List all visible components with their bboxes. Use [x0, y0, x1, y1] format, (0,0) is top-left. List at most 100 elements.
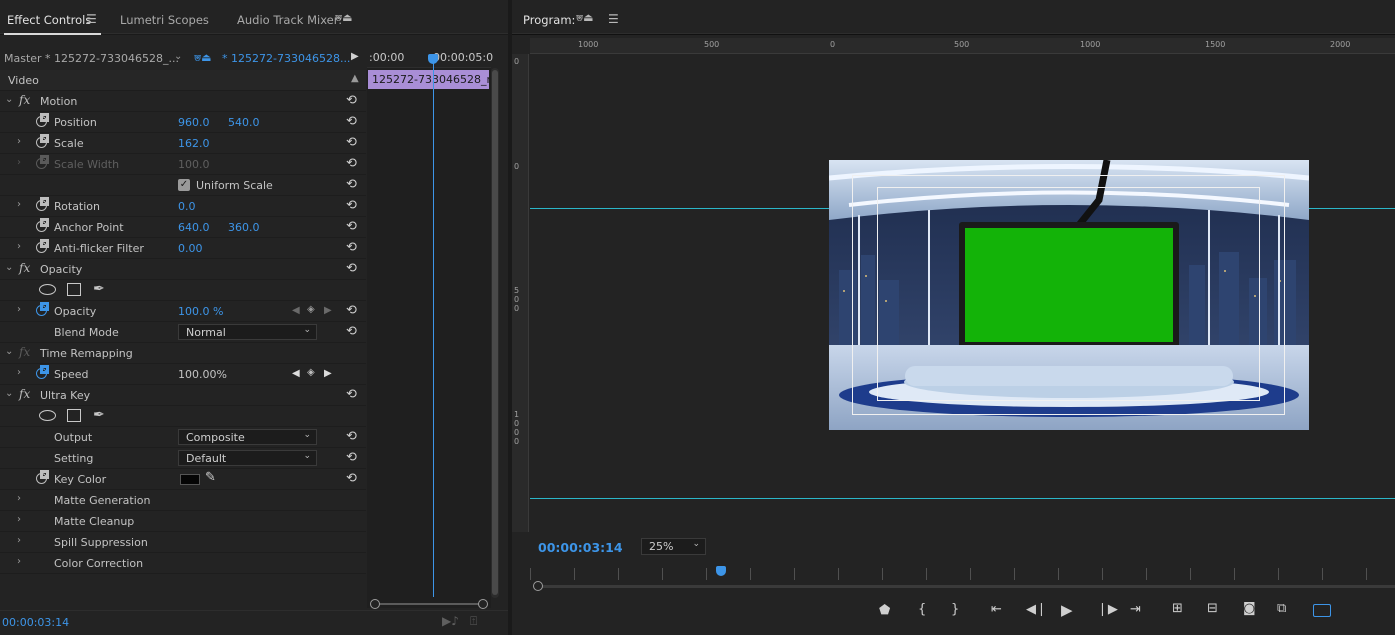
add-keyframe-icon[interactable]: ◈: [307, 304, 315, 315]
go-to-out-icon[interactable]: ⇥: [1130, 602, 1141, 617]
timeline-zoom-scrollbar[interactable]: [370, 599, 490, 609]
prev-keyframe-icon[interactable]: ◀: [292, 305, 300, 316]
output-dropdown[interactable]: Composite ⌄: [178, 429, 317, 445]
current-timecode[interactable]: 00:00:03:14: [2, 616, 69, 629]
expand-chevron-icon[interactable]: ›: [17, 136, 21, 147]
zoom-bar[interactable]: [538, 585, 1395, 588]
prev-keyframe-icon[interactable]: ◀: [292, 368, 300, 379]
stopwatch-icon[interactable]: [36, 113, 49, 127]
expand-chevron-icon[interactable]: ⌄: [5, 94, 13, 105]
zoom-dropdown[interactable]: 25% ⌄: [641, 538, 706, 555]
reset-icon[interactable]: ⟲: [346, 387, 357, 402]
time-ruler[interactable]: [530, 568, 1395, 580]
tab-lumetri-scopes[interactable]: Lumetri Scopes: [120, 13, 209, 27]
speed-value[interactable]: 100.00%: [178, 368, 227, 381]
ultra-key-effect-row[interactable]: ⌄ fx Ultra Key ⟲: [0, 385, 366, 406]
stopwatch-icon[interactable]: [36, 365, 49, 379]
reset-icon[interactable]: ⟲: [346, 240, 357, 255]
reset-icon[interactable]: ⟲: [346, 261, 357, 276]
play-only-icon[interactable]: ▶: [351, 51, 359, 62]
mark-in-icon[interactable]: {: [918, 602, 926, 617]
tab-audio-track-mixer[interactable]: Audio Track Mixer:: [237, 13, 342, 27]
expand-chevron-icon[interactable]: ⌄: [5, 388, 13, 399]
lift-icon[interactable]: ⊞: [1172, 601, 1183, 616]
opacity-value[interactable]: 100.0 %: [178, 305, 223, 318]
vertical-scrollbar[interactable]: [491, 68, 499, 598]
blend-mode-dropdown[interactable]: Normal ⌄: [178, 324, 317, 340]
anchor-y-value[interactable]: 360.0: [228, 221, 260, 234]
guide-line-bottom[interactable]: [530, 498, 1395, 499]
add-keyframe-icon[interactable]: ◈: [307, 367, 315, 378]
reset-icon[interactable]: ⟲: [346, 135, 357, 150]
safe-margins-icon[interactable]: [1313, 604, 1331, 617]
reset-icon[interactable]: ⟲: [346, 156, 357, 171]
mark-out-icon[interactable]: }: [951, 602, 959, 617]
mini-timeline[interactable]: [367, 48, 491, 608]
program-timecode[interactable]: 00:00:03:14: [538, 540, 623, 555]
fx-icon[interactable]: fx: [19, 93, 30, 107]
add-marker-icon[interactable]: ⬟: [879, 603, 890, 618]
ellipse-mask-icon[interactable]: [39, 410, 56, 421]
program-playhead[interactable]: [716, 566, 726, 576]
reset-icon[interactable]: ⟲: [346, 219, 357, 234]
master-clip-label[interactable]: Master * 125272-733046528_...: [4, 52, 179, 65]
motion-effect-row[interactable]: ⌄ fx Motion ⟲: [0, 91, 366, 112]
pen-mask-icon[interactable]: ✒: [93, 407, 105, 423]
go-to-in-icon[interactable]: ⇤: [991, 602, 1002, 617]
expand-chevron-icon[interactable]: ⌄: [5, 346, 13, 357]
reset-icon[interactable]: ⟲: [346, 114, 357, 129]
expand-chevron-icon[interactable]: ›: [17, 241, 21, 252]
tab-effect-controls[interactable]: Effect Controls: [7, 13, 91, 27]
spill-suppression-row[interactable]: › Spill Suppression: [0, 532, 366, 553]
stopwatch-icon[interactable]: [36, 470, 49, 484]
expand-chevron-icon[interactable]: ›: [17, 493, 21, 504]
position-y-value[interactable]: 540.0: [228, 116, 260, 129]
expand-chevron-icon[interactable]: ›: [17, 199, 21, 210]
matte-generation-row[interactable]: › Matte Generation: [0, 490, 366, 511]
stopwatch-icon[interactable]: [36, 239, 49, 253]
eyedropper-icon[interactable]: ✎: [205, 470, 216, 485]
panel-menu-icon[interactable]: ☰: [608, 12, 619, 26]
export-icon[interactable]: ⍐: [470, 614, 477, 629]
reset-icon[interactable]: ⟲: [346, 177, 357, 192]
fx-icon[interactable]: fx: [19, 261, 30, 275]
pen-mask-icon[interactable]: ✒: [93, 281, 105, 297]
ellipse-mask-icon[interactable]: [39, 284, 56, 295]
reset-icon[interactable]: ⟲: [346, 198, 357, 213]
position-x-value[interactable]: 960.0: [178, 116, 210, 129]
expand-chevron-icon[interactable]: ⌄: [5, 262, 13, 273]
expand-chevron-icon[interactable]: ›: [17, 514, 21, 525]
stopwatch-icon[interactable]: [36, 134, 49, 148]
playhead-handle[interactable]: [428, 54, 438, 64]
reset-icon[interactable]: ⟲: [346, 471, 357, 486]
step-back-icon[interactable]: ◀❘: [1026, 602, 1047, 617]
matte-cleanup-row[interactable]: › Matte Cleanup: [0, 511, 366, 532]
setting-dropdown[interactable]: Default ⌄: [178, 450, 317, 466]
comparison-view-icon[interactable]: ⧉: [1277, 601, 1286, 616]
anti-flicker-value[interactable]: 0.00: [178, 242, 203, 255]
rectangle-mask-icon[interactable]: [67, 283, 81, 296]
zoom-handle-right[interactable]: [478, 599, 488, 609]
anchor-x-value[interactable]: 640.0: [178, 221, 210, 234]
fx-icon[interactable]: fx: [19, 387, 30, 401]
expand-chevron-icon[interactable]: ›: [17, 556, 21, 567]
zoom-bar-handle[interactable]: [533, 581, 543, 591]
program-title[interactable]: Program:: [523, 13, 575, 27]
rotation-value[interactable]: 0.0: [178, 200, 196, 213]
step-forward-icon[interactable]: ❘▶: [1097, 602, 1118, 617]
extract-icon[interactable]: ⊟: [1207, 601, 1218, 616]
rectangle-mask-icon[interactable]: [67, 409, 81, 422]
uniform-scale-checkbox[interactable]: ✓: [178, 179, 190, 191]
sequence-clip-label[interactable]: * 125272-733046528...: [222, 52, 350, 65]
reset-icon[interactable]: ⟲: [346, 303, 357, 318]
zoom-handle-left[interactable]: [370, 599, 380, 609]
filter-audio-icon[interactable]: ▶♪: [442, 614, 459, 628]
expand-chevron-icon[interactable]: ›: [17, 304, 21, 315]
stopwatch-icon[interactable]: [36, 218, 49, 232]
stopwatch-icon[interactable]: [36, 302, 49, 316]
clip-bar[interactable]: 125272-733046528_me: [368, 70, 489, 89]
opacity-effect-row[interactable]: ⌄ fx Opacity ⟲: [0, 259, 366, 280]
play-icon[interactable]: ▶: [1061, 601, 1073, 619]
stopwatch-icon[interactable]: [36, 197, 49, 211]
time-remapping-effect-row[interactable]: ⌄ fx Time Remapping: [0, 343, 366, 364]
